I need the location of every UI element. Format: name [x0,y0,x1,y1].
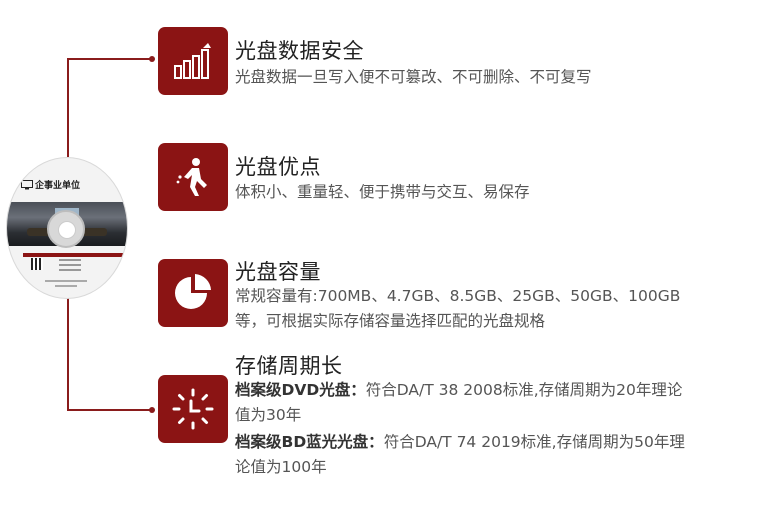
chart-growth-icon [174,43,211,79]
retention-item-bd: 档案级BD蓝光光盘：符合DA/T 74 2019标准,存储周期为50年理 论值为… [235,430,775,480]
section-title-advantages: 光盘优点 [235,155,321,179]
monitor-icon [21,180,33,190]
section-desc-capacity-1: 常规容量有:700MB、4.7GB、8.5GB、25GB、50GB、100GB [235,287,681,305]
section-title-capacity: 光盘容量 [235,260,321,284]
walking-person-icon [176,158,207,196]
section-icon-box-advantages [158,143,228,211]
connector-bottom [67,409,151,411]
disc-org-label: 企事业单位 [35,181,81,191]
connector-top [67,58,151,60]
retention-dvd-line1: 符合DA/T 38 2008标准,存储周期为20年理论 [365,381,683,399]
pie-chart-icon [175,274,211,309]
section-icon-box-security [158,27,228,95]
section-desc-capacity-2: 等，可根据实际存储容量选择匹配的光盘规格 [235,312,546,330]
disc-band [23,253,127,257]
connector-dot-bottom [149,407,155,413]
section-title-retention: 存储周期长 [235,354,343,378]
disc-image: 企事业单位 [6,157,128,299]
disc-qr-code [31,258,43,270]
retention-bd-line1: 符合DA/T 74 2019标准,存储周期为50年理 [383,433,685,451]
disc-hub [47,210,85,248]
section-title-security: 光盘数据安全 [235,39,364,63]
retention-item-dvd: 档案级DVD光盘：符合DA/T 38 2008标准,存储周期为20年理论 值为3… [235,378,775,428]
disc-text-lines [59,259,81,274]
section-icon-box-retention [158,375,228,443]
section-icon-box-capacity [158,259,228,327]
retention-bd-line2: 论值为100年 [235,458,327,476]
clock-icon [172,388,214,430]
retention-dvd-label: 档案级DVD光盘： [235,381,366,399]
connector-vertical [67,58,69,157]
section-desc-security: 光盘数据一旦写入便不可篡改、不可删除、不可复写 [235,68,592,86]
retention-bd-label: 档案级BD蓝光光盘： [235,433,384,451]
section-desc-advantages: 体积小、重量轻、便于携带与交互、易保存 [235,183,530,201]
retention-dvd-line2: 值为30年 [235,406,302,424]
connector-vertical-lower [67,296,69,410]
connector-dot-top [149,56,155,62]
